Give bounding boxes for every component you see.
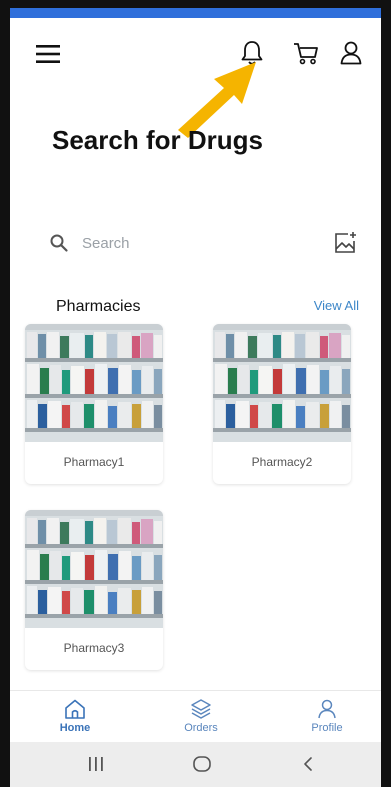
system-back-button[interactable] [290, 750, 326, 778]
pharmacy-name: Pharmacy3 [63, 641, 125, 655]
pharmacy-image [213, 324, 351, 442]
search-icon [50, 234, 68, 252]
pharmacy-name: Pharmacy2 [251, 455, 313, 469]
search-bar [48, 228, 368, 258]
nav-profile-label: Profile [311, 722, 343, 734]
layers-icon [191, 699, 211, 719]
pharmacies-heading: Pharmacies [56, 298, 141, 315]
pharmacies-section-header: Pharmacies View All [10, 296, 381, 320]
cart-icon [294, 43, 318, 65]
profile-icon [318, 699, 336, 719]
menu-icon [36, 45, 60, 63]
page-title: Search for Drugs [52, 125, 263, 155]
home-circle-icon [193, 756, 211, 772]
pharmacy-image [25, 324, 163, 442]
system-home-button[interactable] [184, 750, 220, 778]
pharmacy-card[interactable]: Pharmacy1 [25, 324, 163, 484]
bottom-navigation: Home Orders Profile [10, 690, 381, 743]
user-icon [340, 41, 362, 65]
pharmacy-name: Pharmacy1 [63, 455, 125, 469]
pharmacy-image [25, 510, 163, 628]
nav-home[interactable]: Home [40, 697, 110, 741]
view-all-link[interactable]: View All [314, 298, 359, 313]
back-icon [304, 757, 312, 771]
menu-button[interactable] [34, 40, 62, 68]
status-strip [10, 8, 381, 18]
nav-home-label: Home [59, 722, 91, 734]
account-button[interactable] [337, 38, 365, 68]
nav-profile[interactable]: Profile [292, 697, 362, 741]
recent-apps-button[interactable] [78, 750, 114, 778]
pharmacy-card[interactable]: Pharmacy2 [213, 324, 351, 484]
search-input[interactable] [82, 232, 312, 254]
cart-button[interactable] [290, 38, 322, 68]
image-search-icon[interactable] [332, 230, 358, 256]
system-navigation-bar [10, 742, 381, 787]
recent-apps-icon [89, 757, 103, 771]
pharmacy-card[interactable]: Pharmacy3 [25, 510, 163, 670]
nav-orders[interactable]: Orders [166, 697, 236, 741]
home-icon [65, 699, 85, 719]
phone-screen: Search for Drugs Pharmacies View All [10, 8, 381, 787]
nav-orders-label: Orders [184, 722, 218, 734]
